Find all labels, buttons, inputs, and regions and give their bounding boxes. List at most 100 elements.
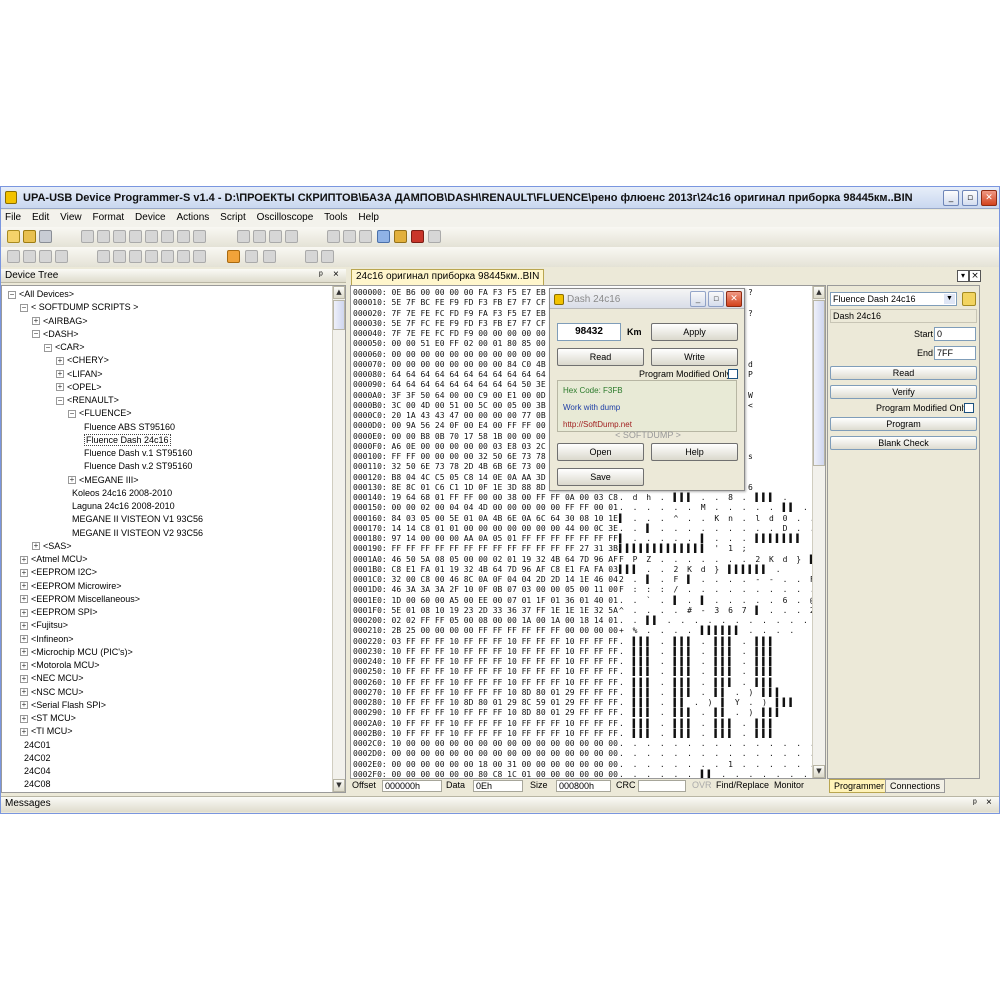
maximize-button[interactable]: ▫ (962, 190, 978, 206)
hex-row[interactable]: 0002A0: 10 FF FF FF 10 FF FF FF 10 FF FF… (353, 719, 618, 728)
expand-icon[interactable]: + (20, 661, 28, 670)
hex-ascii[interactable]: . . ▌ . . . . . . . . . D . . > (619, 524, 825, 533)
hex-ascii[interactable]: . . ▌▌ . . . . . . . . . . . . (619, 616, 824, 625)
tree-item[interactable]: + <AIRBAG> (32, 315, 88, 328)
hex-bytes[interactable]: 00 00 00 00 00 00 00 00 00 00 00 0 (392, 350, 556, 359)
hex-row[interactable]: 0002F0: 00 00 00 00 00 00 80 C8 1C 01 00… (353, 770, 618, 778)
expand-icon[interactable]: + (20, 701, 28, 710)
dialog-minimize-button[interactable]: _ (690, 291, 706, 307)
collapse-icon[interactable]: − (44, 343, 52, 352)
view-hex-icon[interactable] (97, 250, 110, 263)
hex-bytes[interactable]: 19 64 68 01 FF FF 00 00 38 00 FF FF 0A 0… (392, 493, 618, 502)
hex-bytes[interactable]: 84 03 05 00 5E 01 0A 4B 6E 0A 6C 64 30 0… (392, 514, 618, 523)
save-icon[interactable] (39, 230, 52, 243)
hex-ascii[interactable]: . . . . . . . . . . . . . . . . (619, 739, 825, 748)
pointer-icon[interactable] (227, 250, 240, 263)
tree-item[interactable]: − < SOFTDUMP SCRIPTS > (20, 301, 138, 314)
hex-row[interactable]: 000120: B8 04 4C C5 05 C8 14 0E 0A AA 3D… (353, 473, 555, 482)
hex-bytes[interactable]: 64 64 64 64 64 64 64 64 64 64 64 6 (392, 370, 556, 379)
hex-ascii[interactable]: ? (748, 288, 755, 297)
hex-row[interactable]: 000240: 10 FF FF FF 10 FF FF FF 10 FF FF… (353, 657, 618, 666)
stop-icon[interactable] (321, 250, 334, 263)
tree-item[interactable]: − <CAR> (44, 341, 85, 354)
settings-icon[interactable] (394, 230, 407, 243)
hex-ascii[interactable]: . . . . . . . . 1 . . . . . . . (619, 760, 825, 769)
hex-row[interactable]: 000040: 7F 7E FE FC FD F9 00 00 00 00 00… (353, 329, 555, 338)
view-word-icon[interactable] (161, 250, 174, 263)
hex-row[interactable]: 0001B0: C8 E1 FA 01 19 32 4B 64 7D 96 AF… (353, 565, 618, 574)
hex-row[interactable]: 000170: 14 14 C8 01 01 00 00 00 00 00 00… (353, 524, 618, 533)
collapse-icon[interactable]: − (20, 303, 28, 312)
close-button[interactable]: ✕ (981, 190, 997, 206)
tree-item[interactable]: + <SAS> (32, 540, 72, 553)
hex-ascii[interactable]: F P Z . . . . . . . 2 K d } ▌▌ (619, 555, 824, 564)
align-right-icon[interactable] (23, 250, 36, 263)
tree-item[interactable]: 24C01 (20, 739, 51, 752)
hex-bytes[interactable]: 32 50 6E 73 78 2D 4B 6B 6E 73 00 0 (392, 462, 556, 471)
dialog-open-button[interactable]: Open (557, 443, 644, 461)
dialog-help-button[interactable]: Help (651, 443, 738, 461)
tab-connections[interactable]: Connections (885, 779, 946, 793)
replace-icon[interactable] (193, 230, 206, 243)
hex-ascii[interactable]: . ▌▌▌ . ▌▌▌ . ▌▌▌ . ▌▌▌ (619, 637, 776, 646)
hex-row[interactable]: 000010: 5E 7F BC FE F9 FD F3 FB E7 F7 CF… (353, 298, 555, 307)
hex-scrollbar[interactable]: ▲ ▼ (812, 286, 825, 778)
dialog-save-button[interactable]: Save (557, 468, 644, 486)
tree-item[interactable]: + <EEPROM SPI> (20, 606, 98, 619)
hex-row[interactable]: 0001A0: 46 50 5A 08 05 00 00 02 01 19 32… (353, 555, 618, 564)
hex-row[interactable]: 000000: 0E B6 00 00 00 00 FA F3 F5 E7 EB… (353, 288, 555, 297)
hex-row[interactable]: 000030: 5E 7F FC FE F9 FD F3 FB E7 F7 CF… (353, 319, 555, 328)
hex-row[interactable]: 000100: FF FF 00 00 00 00 32 50 6E 73 78… (353, 452, 555, 461)
hex-row[interactable]: 0002B0: 10 FF FF FF 10 FF FF FF 10 FF FF… (353, 729, 618, 738)
hex-bytes[interactable]: B8 04 4C C5 05 C8 14 0E 0A AA 3D 0 (392, 473, 556, 482)
hex-bytes[interactable]: 00 00 02 00 04 04 4D 00 00 00 00 00 FF F… (392, 503, 618, 512)
hex-row[interactable]: 0001F0: 5E 01 08 10 19 23 2D 33 36 37 FF… (353, 606, 618, 615)
tree-item[interactable]: + <EEPROM Miscellaneous> (20, 593, 140, 606)
tree-item[interactable]: Fluence Dash 24c16 (80, 433, 171, 447)
menu-oscilloscope[interactable]: Oscilloscope (253, 210, 318, 225)
tree-item[interactable]: + <CHERY> (56, 354, 109, 367)
device-select[interactable]: Fluence Dash 24c16 ▼ (830, 292, 957, 306)
hex-bytes[interactable]: 7F 7E FE FC FD F9 00 00 00 00 00 0 (392, 329, 556, 338)
dialog-modified-checkbox[interactable] (728, 369, 738, 379)
tree-item[interactable]: + <MEGANE III> (68, 474, 139, 487)
device-edit-icon[interactable] (962, 292, 976, 306)
messages-pin-icon[interactable]: ᵖ (973, 798, 977, 809)
menu-format[interactable]: Format (88, 210, 128, 225)
tree-item[interactable]: + <LIFAN> (56, 368, 103, 381)
hex-bytes[interactable]: 14 14 C8 01 01 00 00 00 00 00 00 00 44 0… (392, 524, 618, 533)
messages-close-icon[interactable]: × (986, 797, 992, 808)
hex-row[interactable]: 0000E0: 00 00 B8 0B 70 17 58 1B 00 00 00… (353, 432, 555, 441)
tree-item[interactable]: − <FLUENCE> (68, 407, 132, 420)
hex-bytes[interactable]: 10 FF FF FF 10 FF FF FF 10 FF FF FF 10 F… (392, 719, 618, 728)
scroll-up-arrow[interactable]: ▲ (333, 286, 345, 299)
paste-icon[interactable] (145, 230, 158, 243)
menu-device[interactable]: Device (131, 210, 170, 225)
redo-icon[interactable] (97, 230, 110, 243)
scroll-down-arrow[interactable]: ▼ (333, 779, 345, 792)
hex-row[interactable]: 0000C0: 20 1A 43 43 47 00 00 00 00 77 0B… (353, 411, 555, 420)
hex-bytes[interactable]: 10 FF FF FF 10 FF FF FF 10 FF FF FF 10 F… (392, 678, 618, 687)
hex-row[interactable]: 000270: 10 FF FF FF 10 FF FF FF 10 8D 80… (353, 688, 618, 697)
hex-row[interactable]: 000220: 03 FF FF FF 10 FF FF FF 10 FF FF… (353, 637, 618, 646)
hex-bytes[interactable]: 64 64 64 64 64 64 64 64 64 50 3E 5 (392, 380, 556, 389)
expand-icon[interactable]: + (56, 370, 64, 379)
expand-icon[interactable]: + (20, 555, 28, 564)
tree-item[interactable]: + <Microchip MCU (PIC's)> (20, 646, 133, 659)
hex-row[interactable]: 000160: 84 03 05 00 5E 01 0A 4B 6E 0A 6C… (353, 514, 618, 523)
hex-ascii[interactable]: 2 . ▌ . F ▌ . . . . - - . . F . (619, 575, 825, 584)
hex-row[interactable]: 000080: 64 64 64 64 64 64 64 64 64 64 64… (353, 370, 555, 379)
hex-bytes[interactable]: 0E B6 00 00 00 00 FA F3 F5 E7 EB C (392, 288, 556, 297)
menu-edit[interactable]: Edit (28, 210, 53, 225)
find-icon[interactable] (177, 230, 190, 243)
hex-ascii[interactable]: . . . . . . . . . . . . . . . . (619, 749, 825, 758)
expand-icon[interactable]: + (20, 635, 28, 644)
hex-row[interactable]: 000150: 00 00 02 00 04 04 4D 00 00 00 00… (353, 503, 618, 512)
program-modified-checkbox[interactable] (964, 403, 974, 413)
view-float-icon[interactable] (193, 250, 206, 263)
dialog-read-button[interactable]: Read (557, 348, 644, 366)
tree-item[interactable]: − <All Devices> (8, 288, 74, 301)
copy-icon[interactable] (129, 230, 142, 243)
tree-item[interactable]: + <NEC MCU> (20, 672, 84, 685)
document-tab[interactable]: 24с16 оригинал приборка 98445км..BIN (351, 269, 545, 285)
